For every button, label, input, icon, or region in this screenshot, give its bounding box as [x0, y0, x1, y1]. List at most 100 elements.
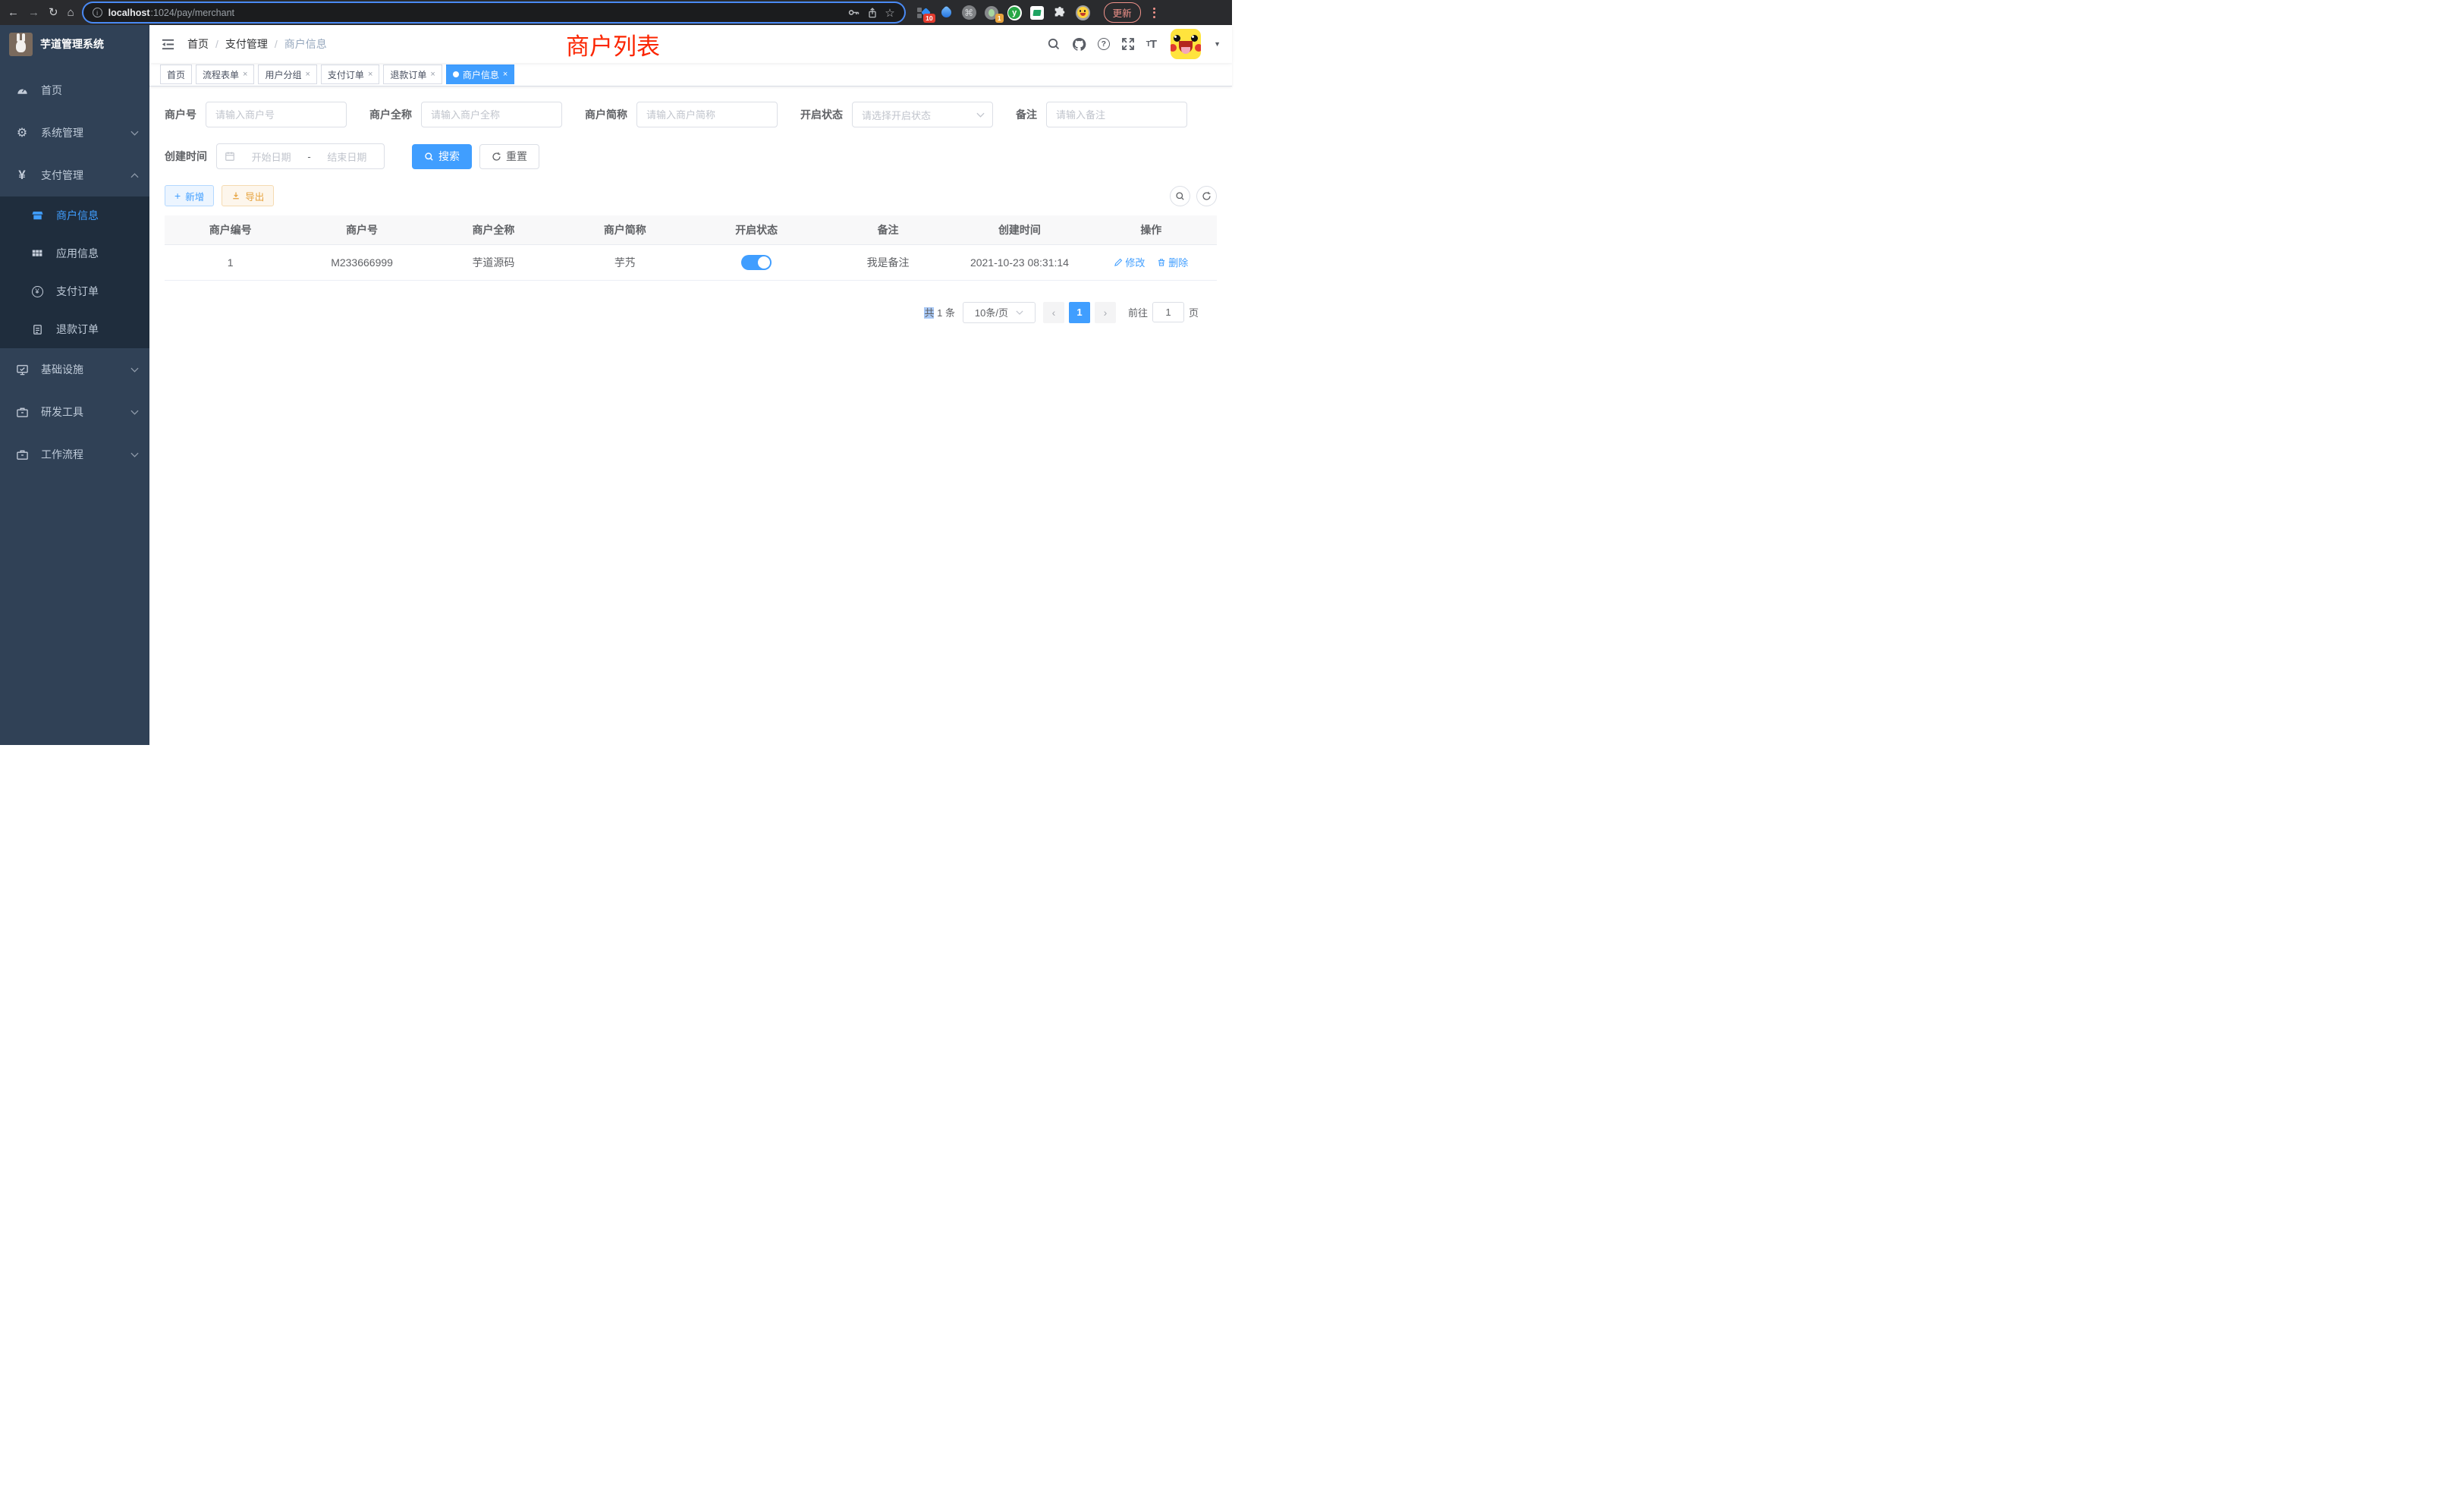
browser-menu-icon[interactable] [1150, 8, 1158, 18]
extension-gem-icon[interactable] [939, 5, 954, 20]
status-toggle[interactable] [741, 255, 772, 270]
chevron-down-icon [130, 367, 139, 372]
avatar-caret-icon[interactable]: ▼ [1214, 40, 1221, 48]
user-avatar[interactable] [1171, 29, 1201, 59]
forward-icon[interactable]: → [28, 7, 39, 18]
sidebar-item-system[interactable]: ⚙ 系统管理 [0, 112, 149, 154]
url-bar[interactable]: i localhost:1024/pay/merchant ☆ [83, 3, 904, 22]
delete-link[interactable]: 删除 [1157, 255, 1188, 269]
prev-page-button[interactable]: ‹ [1043, 302, 1064, 323]
merchant-no-input[interactable] [206, 102, 347, 127]
dashboard-icon [15, 84, 29, 97]
app-logo-row[interactable]: 芋道管理系统 [0, 25, 149, 63]
close-icon[interactable]: × [368, 70, 372, 79]
sidebar-item-merchant-info[interactable]: 商户信息 [0, 196, 149, 234]
table-header-row: 商户编号 商户号 商户全称 商户简称 开启状态 备注 创建时间 操作 [165, 215, 1217, 244]
remark-input[interactable] [1046, 102, 1187, 127]
extension-chat-icon[interactable] [1030, 5, 1045, 20]
close-icon[interactable]: × [243, 70, 247, 79]
col-merchant-no: 商户号 [296, 215, 427, 244]
page-size-select[interactable]: 10条/页 [963, 302, 1036, 323]
close-icon[interactable]: × [430, 70, 435, 79]
site-info-icon[interactable]: i [93, 8, 102, 17]
sidebar-item-refund-order[interactable]: 退款订单 [0, 310, 149, 348]
extension-y-icon[interactable]: y [1007, 5, 1022, 20]
goto-page-input[interactable] [1152, 302, 1184, 322]
tab-user-group[interactable]: 用户分组× [258, 64, 316, 84]
col-remark: 备注 [822, 215, 954, 244]
plus-icon: + [174, 190, 181, 202]
toggle-search-button[interactable] [1170, 186, 1190, 206]
chevron-down-icon [130, 130, 139, 136]
font-size-icon[interactable]: TT [1146, 38, 1156, 51]
status-select[interactable]: 请选择开启状态 [852, 102, 993, 127]
cell-merchant-no: M233666999 [296, 244, 427, 280]
download-icon [231, 191, 240, 200]
sidebar-item-home[interactable]: 首页 [0, 69, 149, 112]
browser-profile-avatar[interactable] [1076, 5, 1090, 20]
briefcase-icon [15, 448, 29, 461]
sidebar-item-pay[interactable]: ¥ 支付管理 [0, 154, 149, 196]
cell-create-time: 2021-10-23 08:31:14 [954, 244, 1085, 280]
extension-command-icon[interactable]: ⌘ [962, 5, 976, 20]
tab-process-form[interactable]: 流程表单× [196, 64, 254, 84]
chevron-up-icon [130, 173, 139, 178]
add-button[interactable]: + 新增 [165, 185, 214, 206]
url-path: :1024/pay/merchant [151, 8, 235, 18]
reload-icon[interactable]: ↻ [49, 7, 58, 18]
bookmark-star-icon[interactable]: ☆ [885, 6, 894, 20]
sidebar-item-label: 系统管理 [41, 125, 83, 140]
export-button[interactable]: 导出 [222, 185, 274, 206]
search-button[interactable]: 搜索 [412, 144, 472, 169]
tab-merchant-info[interactable]: 商户信息× [446, 64, 514, 84]
sidebar-item-infra[interactable]: 基础设施 [0, 348, 149, 391]
tab-refund-order[interactable]: 退款订单× [383, 64, 442, 84]
sidebar-item-app-info[interactable]: 应用信息 [0, 234, 149, 272]
merchant-short-input[interactable] [636, 102, 778, 127]
fullscreen-icon[interactable] [1121, 37, 1135, 51]
breadcrumb-home[interactable]: 首页 [187, 36, 209, 52]
extension-blob-icon[interactable]: 1 [985, 5, 999, 20]
home-icon[interactable]: ⌂ [68, 7, 74, 18]
refresh-table-button[interactable] [1196, 186, 1217, 206]
sidebar-item-label: 商户信息 [56, 208, 99, 223]
col-merchant-id: 商户编号 [165, 215, 296, 244]
sidebar-toggle-icon[interactable] [161, 38, 175, 51]
browser-update-button[interactable]: 更新 [1104, 2, 1141, 23]
sidebar-item-pay-order[interactable]: ¥ 支付订单 [0, 272, 149, 310]
sidebar-item-workflow[interactable]: 工作流程 [0, 433, 149, 476]
back-icon[interactable]: ← [8, 7, 19, 18]
col-merchant-name: 商户全称 [428, 215, 559, 244]
password-key-icon[interactable] [847, 6, 860, 19]
app-logo-rabbit [9, 33, 33, 56]
col-actions: 操作 [1086, 215, 1217, 244]
sidebar-item-label: 支付管理 [41, 168, 83, 183]
remark-label: 备注 [1016, 107, 1037, 122]
breadcrumb-current: 商户信息 [284, 36, 327, 52]
extensions-puzzle-icon[interactable] [1053, 5, 1067, 20]
extension-row: 10 ⌘ 1 y [916, 5, 1090, 20]
create-time-range-picker[interactable]: 开始日期 - 结束日期 [216, 143, 385, 169]
tab-home[interactable]: 首页 [160, 64, 192, 84]
close-icon[interactable]: × [305, 70, 310, 79]
next-page-button[interactable]: › [1095, 302, 1116, 323]
pagination: 共 1 条 10条/页 ‹ 1 › 前往 页 [165, 302, 1199, 323]
tags-view-bar: 首页 流程表单× 用户分组× 支付订单× 退款订单× 商户信息× [149, 63, 1232, 86]
breadcrumb-pay[interactable]: 支付管理 [225, 36, 268, 52]
extension-blocks-icon[interactable]: 10 [916, 5, 931, 20]
header-search-icon[interactable] [1047, 37, 1061, 51]
close-icon[interactable]: × [503, 70, 508, 79]
edit-link[interactable]: 修改 [1114, 255, 1145, 269]
tab-pay-order[interactable]: 支付订单× [321, 64, 379, 84]
url-host: localhost [108, 8, 150, 18]
end-date-placeholder: 结束日期 [318, 149, 376, 164]
page-number-1[interactable]: 1 [1069, 302, 1090, 323]
reset-button[interactable]: 重置 [479, 144, 539, 169]
merchant-short-label: 商户简称 [585, 107, 627, 122]
merchant-name-input[interactable] [421, 102, 562, 127]
help-icon[interactable]: ? [1098, 38, 1110, 50]
sidebar-item-devtools[interactable]: 研发工具 [0, 391, 149, 433]
github-icon[interactable] [1072, 37, 1086, 52]
calendar-icon [225, 151, 235, 162]
share-icon[interactable] [866, 7, 878, 19]
